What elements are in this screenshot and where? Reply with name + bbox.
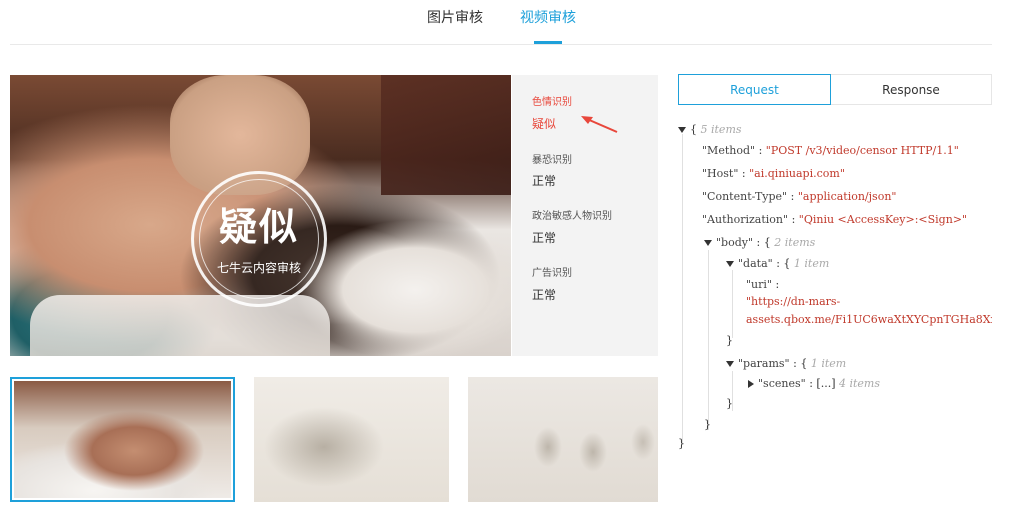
json-params-close: } [726,397,733,410]
indent-guide [682,134,683,444]
json-method-line: "Method" : "POST /v3/video/censor HTTP/1… [702,144,959,157]
triangle-down-icon[interactable] [726,261,734,267]
json-authorization-line: "Authorization" : "Qiniu <AccessKey>:<Si… [702,213,968,226]
item-count: 2 items [774,236,816,249]
thumbnail-image [468,377,658,502]
stamp-subtitle: 七牛云内容审核 [216,261,301,275]
json-root-close: } [678,437,685,450]
json-body-close: } [704,418,711,431]
triangle-down-icon[interactable] [704,240,712,246]
result-value-porn: 疑似 [532,117,557,131]
frame-background-furniture [381,75,511,195]
json-host-line: "Host" : "ai.qiniuapi.com" [702,167,845,180]
request-tab[interactable]: Request [678,74,831,105]
video-thumbnail-2[interactable] [254,377,449,502]
triangle-down-icon[interactable] [678,127,686,133]
item-count: 4 items [838,377,881,390]
result-label-terror: 暴恐识别 [532,155,572,166]
thumbnail-image [14,381,231,498]
json-root-line: { 5 items [678,123,742,136]
item-count: 5 items [700,123,742,136]
thumbnail-image [254,377,449,502]
json-body-line: "body" : { 2 items [704,236,815,249]
tabs-divider [10,44,992,45]
frame-towel [30,295,330,356]
json-viewer: { 5 items "Method" : "POST /v3/video/cen… [678,118,992,458]
result-value-terror: 正常 [532,174,557,188]
indent-guide [732,270,733,338]
tab-video-review[interactable]: 视频审核 [520,7,576,27]
tab-image-review[interactable]: 图片审核 [427,7,483,27]
json-uri-value-line-2: assets.qbox.me/Fi1UC6waXtXYCpnTGHa8XxIzi… [746,313,992,326]
result-label-ads: 广告识别 [532,268,572,279]
results-panel: 色情识别 疑似 暴恐识别 正常 政治敏感人物识别 正常 广告识别 正常 [512,75,658,356]
red-arrow-icon [581,116,618,133]
result-label-porn: 色情识别 [532,97,572,108]
json-content-type-line: "Content-Type" : "application/json" [702,190,897,203]
json-scenes-line: "scenes" : [...] 4 items [748,377,880,390]
json-params-line: "params" : { 1 item [726,357,846,370]
indent-guide [708,250,709,430]
stamp-title: 疑似 [218,204,299,249]
video-thumbnail-3[interactable] [468,377,658,502]
review-tabs: 图片审核 视频审核 [0,0,1024,45]
triangle-right-icon[interactable] [748,380,754,388]
json-uri-value-line-1: "https://dn-mars- [746,295,841,308]
json-data-line: "data" : { 1 item [726,257,829,270]
result-label-politics: 政治敏感人物识别 [532,211,612,222]
json-uri-key-line: "uri" : [746,278,780,291]
video-thumbnail-1[interactable] [10,377,235,502]
review-result-stamp: 疑似 七牛云内容审核 [191,171,327,307]
main-video-frame: 疑似 七牛云内容审核 [10,75,511,356]
item-count: 1 item [793,257,830,270]
result-value-ads: 正常 [532,288,557,302]
response-tab[interactable]: Response [831,74,992,105]
json-data-close: } [726,334,733,347]
result-value-politics: 正常 [532,231,557,245]
triangle-down-icon[interactable] [726,361,734,367]
item-count: 1 item [810,357,847,370]
